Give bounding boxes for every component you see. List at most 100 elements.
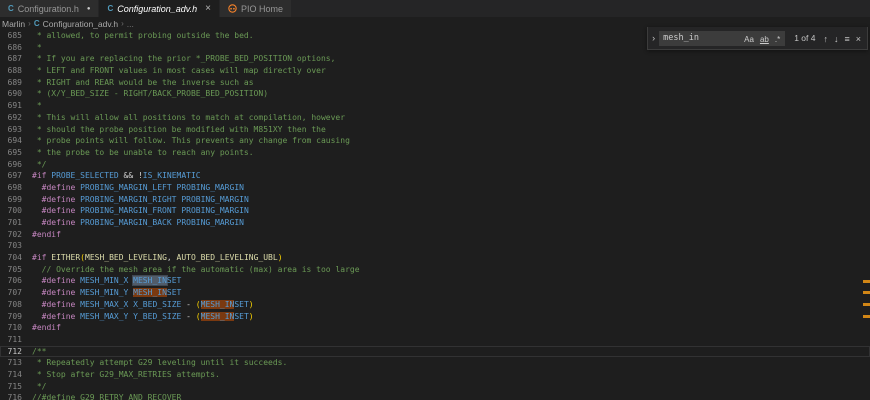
code-line[interactable]: 690 * (X/Y_BED_SIZE - RIGHT/BACK_PROBE_B…	[0, 88, 870, 100]
code-token	[32, 288, 42, 297]
line-number[interactable]: 685	[0, 30, 22, 42]
code-token: * allowed, to permit probing outside the…	[32, 31, 254, 40]
code-line[interactable]: 713 * Repeatedly attempt G29 leveling un…	[0, 357, 870, 369]
code-line[interactable]: 701 #define PROBING_MARGIN_BACK PROBING_…	[0, 217, 870, 229]
line-number[interactable]: 708	[0, 299, 22, 311]
tab-pio-home[interactable]: PIO Home	[220, 0, 292, 17]
breadcrumb-item-configuration-adv-h[interactable]: CConfiguration_adv.h	[34, 19, 118, 29]
line-number[interactable]: 702	[0, 229, 22, 241]
code-line[interactable]: 692 * This will allow all positions to m…	[0, 112, 870, 124]
line-number[interactable]: 712	[0, 346, 22, 358]
code-line[interactable]: 700 #define PROBING_MARGIN_FRONT PROBING…	[0, 205, 870, 217]
find-match-highlight: MESH_IN	[201, 300, 235, 309]
code-line[interactable]: 715 */	[0, 381, 870, 393]
whole-word-toggle[interactable]: ab	[757, 35, 772, 44]
code-line[interactable]: 696 */	[0, 159, 870, 171]
regex-toggle[interactable]: .*	[772, 35, 783, 44]
code-line[interactable]: 706 #define MESH_MIN_X MESH_INSET	[0, 275, 870, 287]
code-text	[22, 240, 32, 252]
overview-ruler[interactable]	[862, 30, 870, 400]
line-number[interactable]: 714	[0, 369, 22, 381]
line-number[interactable]: 696	[0, 159, 22, 171]
code-text: #define MESH_MIN_Y MESH_INSET	[22, 287, 181, 299]
code-line[interactable]: 691 *	[0, 100, 870, 112]
code-line[interactable]: 716//#define G29_RETRY_AND_RECOVER	[0, 392, 870, 400]
overview-match-marker	[863, 315, 870, 318]
line-number[interactable]: 701	[0, 217, 22, 229]
tab-configuration-adv-h[interactable]: CConfiguration_adv.h×	[99, 0, 220, 17]
code-token: (	[196, 300, 201, 309]
code-token: PROBE_SELECTED	[51, 171, 118, 180]
line-number[interactable]: 687	[0, 53, 22, 65]
find-input-box[interactable]: Aaab.*	[659, 31, 785, 46]
line-number[interactable]: 692	[0, 112, 22, 124]
code-token	[32, 265, 42, 274]
code-line[interactable]: 695 * the probe to be unable to reach an…	[0, 147, 870, 159]
line-number[interactable]: 705	[0, 264, 22, 276]
previous-match-button[interactable]: ↑	[820, 34, 831, 44]
line-number[interactable]: 715	[0, 381, 22, 393]
code-line[interactable]: 708 #define MESH_MAX_X X_BED_SIZE - (MES…	[0, 299, 870, 311]
line-number[interactable]: 700	[0, 205, 22, 217]
code-token: #if	[32, 253, 51, 262]
modified-dot-icon: ●	[87, 6, 91, 12]
line-number[interactable]: 703	[0, 240, 22, 252]
breadcrumb-item-marlin[interactable]: Marlin	[2, 19, 25, 29]
code-line[interactable]: 689 * RIGHT and REAR would be the invers…	[0, 77, 870, 89]
code-line[interactable]: 707 #define MESH_MIN_Y MESH_INSET	[0, 287, 870, 299]
tab-label: Configuration_adv.h	[117, 4, 197, 14]
chevron-right-icon[interactable]: ›	[648, 33, 659, 43]
code-line[interactable]: 705 // Override the mesh area if the aut…	[0, 264, 870, 276]
line-number[interactable]: 698	[0, 182, 22, 194]
close-find-button[interactable]: ×	[853, 34, 864, 44]
line-number[interactable]: 689	[0, 77, 22, 89]
line-number[interactable]: 693	[0, 124, 22, 136]
code-line[interactable]: 704#if EITHER(MESH_BED_LEVELING, AUTO_BE…	[0, 252, 870, 264]
code-token: #define	[42, 218, 81, 227]
code-line[interactable]: 688 * LEFT and FRONT values in most case…	[0, 65, 870, 77]
line-number[interactable]: 710	[0, 322, 22, 334]
line-number[interactable]: 699	[0, 194, 22, 206]
line-number[interactable]: 697	[0, 170, 22, 182]
tab-label: PIO Home	[241, 4, 283, 14]
next-match-button[interactable]: ↓	[831, 34, 842, 44]
line-number[interactable]: 695	[0, 147, 22, 159]
code-line[interactable]: 710#endif	[0, 322, 870, 334]
code-line[interactable]: 697#if PROBE_SELECTED && !IS_KINEMATIC	[0, 170, 870, 182]
code-text: */	[22, 159, 46, 171]
tab-close-icon[interactable]: ×	[205, 4, 211, 14]
code-line[interactable]: 693 * should the probe position be modif…	[0, 124, 870, 136]
line-number[interactable]: 713	[0, 357, 22, 369]
match-case-toggle[interactable]: Aa	[741, 35, 757, 44]
code-line[interactable]: 712/**	[0, 346, 870, 358]
code-line[interactable]: 687 * If you are replacing the prior *_P…	[0, 53, 870, 65]
find-in-selection-button[interactable]: ≡	[841, 34, 852, 44]
code-token: IS_KINEMATIC	[143, 171, 201, 180]
line-number[interactable]: 704	[0, 252, 22, 264]
line-number[interactable]: 694	[0, 135, 22, 147]
code-line[interactable]: 698 #define PROBING_MARGIN_LEFT PROBING_…	[0, 182, 870, 194]
code-line[interactable]: 711	[0, 334, 870, 346]
tab-configuration-h[interactable]: CConfiguration.h●	[0, 0, 99, 17]
line-number[interactable]: 711	[0, 334, 22, 346]
code-line[interactable]: 694 * probe points will follow. This pre…	[0, 135, 870, 147]
line-number[interactable]: 716	[0, 392, 22, 400]
code-text: // Override the mesh area if the automat…	[22, 264, 360, 276]
code-text: #define PROBING_MARGIN_BACK PROBING_MARG…	[22, 217, 244, 229]
find-query-input[interactable]	[663, 33, 741, 43]
line-number[interactable]: 707	[0, 287, 22, 299]
code-line[interactable]: 709 #define MESH_MAX_Y Y_BED_SIZE - (MES…	[0, 311, 870, 323]
code-line[interactable]: 699 #define PROBING_MARGIN_RIGHT PROBING…	[0, 194, 870, 206]
line-number[interactable]: 686	[0, 42, 22, 54]
line-number[interactable]: 688	[0, 65, 22, 77]
code-editor[interactable]: 685 * allowed, to permit probing outside…	[0, 30, 870, 400]
line-number[interactable]: 691	[0, 100, 22, 112]
code-line[interactable]: 703	[0, 240, 870, 252]
line-number[interactable]: 690	[0, 88, 22, 100]
code-line[interactable]: 702#endif	[0, 229, 870, 241]
line-number[interactable]: 709	[0, 311, 22, 323]
line-number[interactable]: 706	[0, 275, 22, 287]
code-line[interactable]: 714 * Stop after G29_MAX_RETRIES attempt…	[0, 369, 870, 381]
code-token: PROBING_MARGIN	[177, 183, 244, 192]
code-token: * Repeatedly attempt G29 leveling until …	[32, 358, 287, 367]
